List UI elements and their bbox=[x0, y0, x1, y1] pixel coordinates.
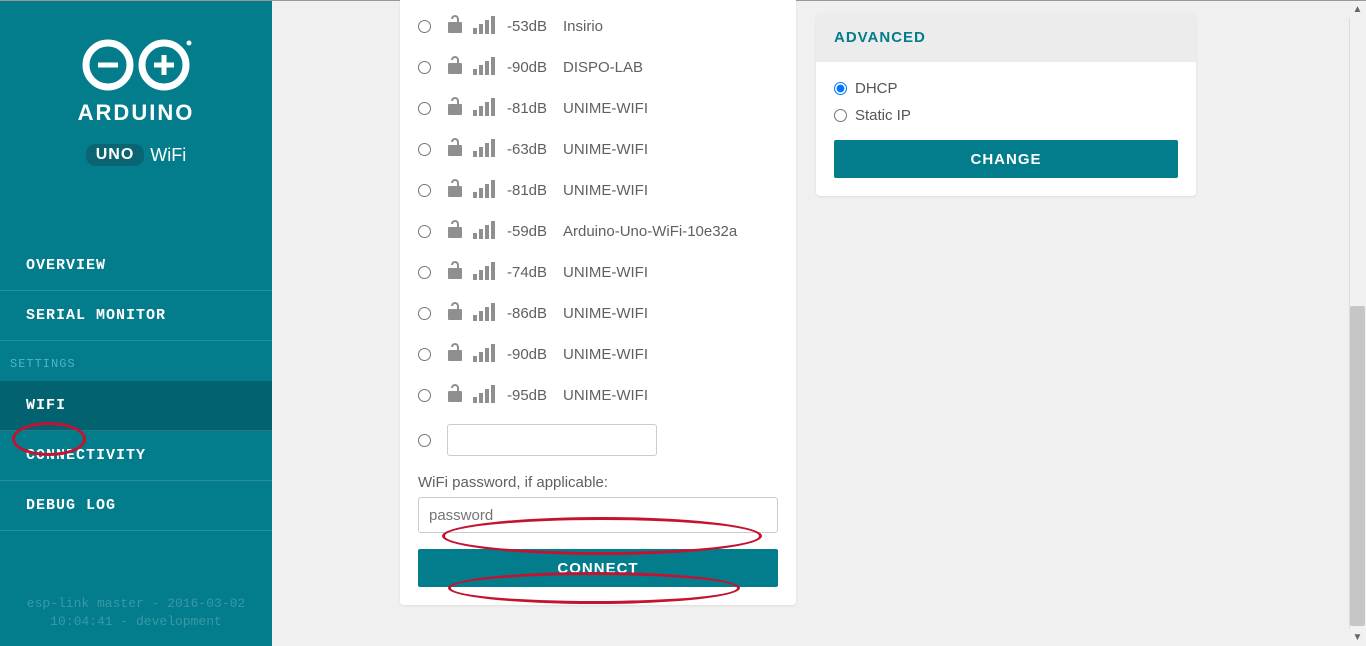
signal-icon bbox=[473, 55, 497, 75]
signal-strength: -86dB bbox=[507, 305, 553, 322]
arduino-logo-icon bbox=[76, 36, 196, 94]
brand-name: ARDUINO bbox=[0, 100, 272, 126]
footer-line-1: esp-link master - 2016-03-02 bbox=[0, 595, 272, 613]
signal-strength: -90dB bbox=[507, 59, 553, 76]
change-button[interactable]: CHANGE bbox=[834, 140, 1178, 178]
lock-open-icon bbox=[447, 301, 463, 321]
model-suffix: WiFi bbox=[150, 145, 186, 166]
signal-strength: -74dB bbox=[507, 264, 553, 281]
network-ssid: UNIME-WIFI bbox=[563, 182, 648, 199]
password-label: WiFi password, if applicable: bbox=[418, 474, 778, 491]
network-radio-custom[interactable] bbox=[418, 434, 431, 447]
signal-strength: -90dB bbox=[507, 346, 553, 363]
network-radio[interactable] bbox=[418, 389, 431, 402]
network-row[interactable]: -90dB DISPO-LAB bbox=[418, 47, 778, 88]
signal-icon bbox=[473, 301, 497, 321]
signal-icon bbox=[473, 383, 497, 403]
sidebar-item-connectivity[interactable]: CONNECTIVITY bbox=[0, 431, 272, 481]
signal-icon bbox=[473, 178, 497, 198]
lock-open-icon bbox=[447, 137, 463, 157]
model-badge: UNO bbox=[86, 144, 145, 166]
sidebar-item-serial-monitor[interactable]: SERIAL MONITOR bbox=[0, 291, 272, 341]
network-ssid: DISPO-LAB bbox=[563, 59, 643, 76]
network-row[interactable]: -81dB UNIME-WIFI bbox=[418, 88, 778, 129]
signal-icon bbox=[473, 137, 497, 157]
signal-icon bbox=[473, 342, 497, 362]
network-radio[interactable] bbox=[418, 307, 431, 320]
network-radio[interactable] bbox=[418, 348, 431, 361]
logo-area: ARDUINO UNO WiFi bbox=[0, 1, 272, 191]
network-ssid: UNIME-WIFI bbox=[563, 141, 648, 158]
network-ssid: UNIME-WIFI bbox=[563, 305, 648, 322]
signal-strength: -63dB bbox=[507, 141, 553, 158]
signal-strength: -59dB bbox=[507, 223, 553, 240]
network-ssid: UNIME-WIFI bbox=[563, 264, 648, 281]
network-radio[interactable] bbox=[418, 184, 431, 197]
network-row[interactable]: -81dB UNIME-WIFI bbox=[418, 170, 778, 211]
lock-open-icon bbox=[447, 96, 463, 116]
signal-strength: -81dB bbox=[507, 100, 553, 117]
signal-strength: -53dB bbox=[507, 18, 553, 35]
network-radio[interactable] bbox=[418, 20, 431, 33]
static-ip-label: Static IP bbox=[855, 107, 911, 124]
sidebar-item-wifi[interactable]: WIFI bbox=[0, 381, 272, 431]
sidebar-item-overview[interactable]: OVERVIEW bbox=[0, 241, 272, 291]
network-row[interactable]: -53dB Insirio bbox=[418, 6, 778, 47]
main-content: -53dB Insirio -90dB DISPO-LAB -81dB UNIME-WIF… bbox=[272, 1, 1366, 646]
network-row[interactable]: -59dB Arduino-Uno-WiFi-10e32a bbox=[418, 211, 778, 252]
lock-open-icon bbox=[447, 383, 463, 403]
sidebar-item-debug-log[interactable]: DEBUG LOG bbox=[0, 481, 272, 531]
lock-open-icon bbox=[447, 55, 463, 75]
scroll-up-icon[interactable]: ▲ bbox=[1349, 1, 1366, 18]
network-row[interactable]: -74dB UNIME-WIFI bbox=[418, 252, 778, 293]
custom-ssid-input[interactable] bbox=[447, 424, 657, 456]
lock-open-icon bbox=[447, 178, 463, 198]
sidebar-section-settings: SETTINGS bbox=[0, 341, 272, 381]
signal-icon bbox=[473, 14, 497, 34]
wifi-networks-panel: -53dB Insirio -90dB DISPO-LAB -81dB UNIME-WIF… bbox=[400, 0, 796, 605]
scroll-down-icon[interactable]: ▼ bbox=[1349, 629, 1366, 646]
nav: OVERVIEW SERIAL MONITOR SETTINGS WIFI CO… bbox=[0, 241, 272, 531]
sidebar-footer: esp-link master - 2016-03-02 10:04:41 - … bbox=[0, 595, 272, 631]
ip-mode-static[interactable]: Static IP bbox=[834, 107, 1178, 124]
signal-strength: -95dB bbox=[507, 387, 553, 404]
network-ssid: UNIME-WIFI bbox=[563, 100, 648, 117]
connect-button[interactable]: CONNECT bbox=[418, 549, 778, 587]
network-ssid: UNIME-WIFI bbox=[563, 387, 648, 404]
lock-open-icon bbox=[447, 14, 463, 34]
advanced-title: ADVANCED bbox=[816, 13, 1196, 62]
dhcp-label: DHCP bbox=[855, 80, 898, 97]
network-radio[interactable] bbox=[418, 102, 431, 115]
signal-icon bbox=[473, 96, 497, 116]
scrollbar[interactable]: ▲ ▼ bbox=[1349, 1, 1366, 646]
network-ssid: UNIME-WIFI bbox=[563, 346, 648, 363]
advanced-panel: ADVANCED DHCP Static IP CHANGE bbox=[816, 13, 1196, 196]
lock-open-icon bbox=[447, 260, 463, 280]
network-row[interactable]: -86dB UNIME-WIFI bbox=[418, 293, 778, 334]
password-input[interactable] bbox=[418, 497, 778, 533]
network-ssid: Insirio bbox=[563, 18, 603, 35]
network-row[interactable]: -90dB UNIME-WIFI bbox=[418, 334, 778, 375]
model-label: UNO WiFi bbox=[86, 144, 187, 166]
signal-strength: -81dB bbox=[507, 182, 553, 199]
footer-line-2: 10:04:41 - development bbox=[0, 613, 272, 631]
lock-open-icon bbox=[447, 219, 463, 239]
ip-mode-dhcp[interactable]: DHCP bbox=[834, 80, 1178, 97]
lock-open-icon bbox=[447, 342, 463, 362]
sidebar: ARDUINO UNO WiFi OVERVIEW SERIAL MONITOR… bbox=[0, 1, 272, 646]
network-row-custom[interactable] bbox=[418, 416, 778, 464]
signal-icon bbox=[473, 260, 497, 280]
scroll-thumb[interactable] bbox=[1350, 306, 1365, 626]
dhcp-radio[interactable] bbox=[834, 82, 847, 95]
network-row[interactable]: -95dB UNIME-WIFI bbox=[418, 375, 778, 416]
network-radio[interactable] bbox=[418, 143, 431, 156]
network-ssid: Arduino-Uno-WiFi-10e32a bbox=[563, 223, 737, 240]
network-row[interactable]: -63dB UNIME-WIFI bbox=[418, 129, 778, 170]
network-radio[interactable] bbox=[418, 225, 431, 238]
signal-icon bbox=[473, 219, 497, 239]
static-ip-radio[interactable] bbox=[834, 109, 847, 122]
network-radio[interactable] bbox=[418, 266, 431, 279]
network-radio[interactable] bbox=[418, 61, 431, 74]
